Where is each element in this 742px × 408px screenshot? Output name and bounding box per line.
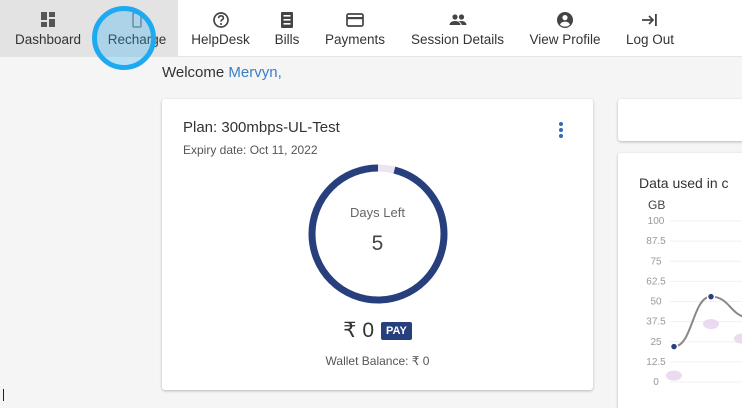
nav-label: HelpDesk <box>191 32 250 47</box>
wallet-balance: Wallet Balance: ₹ 0 <box>325 354 430 368</box>
nav-label: Log Out <box>625 32 675 47</box>
nav-recharge[interactable]: Recharge <box>96 0 178 57</box>
y-tick-label: 25 <box>650 337 662 348</box>
data-usage-card: Data used in c GB 100 87.5 75 62.5 50 37.5 25 1… <box>618 153 742 408</box>
welcome-prefix: Welcome <box>162 64 225 81</box>
welcome-user-name: Mervyn, <box>228 64 282 81</box>
plan-expiry-date: Expiry date: Oct 11, 2022 <box>183 143 318 157</box>
plan-card: Plan: 300mbps-UL-Test Expiry date: Oct 1… <box>162 99 593 390</box>
days-left-label: Days Left <box>350 205 405 220</box>
nav-view-profile[interactable]: View Profile <box>516 0 614 57</box>
nav-session-details[interactable]: Session Details <box>399 0 516 57</box>
data-usage-y-axis-label: GB <box>648 198 666 212</box>
welcome-message: Welcome Mervyn, <box>162 64 282 81</box>
days-left-value: 5 <box>371 232 384 255</box>
payments-icon <box>346 13 364 27</box>
price-row: ₹ 0 PAY <box>162 318 593 343</box>
data-usage-chart: 100 87.5 75 62.5 50 37.5 25 12.5 0 <box>646 216 742 388</box>
y-tick-label: 75 <box>650 256 662 267</box>
nav-helpdesk[interactable]: HelpDesk <box>178 0 263 57</box>
nav-label: Bills <box>274 32 300 47</box>
info-card <box>618 99 742 141</box>
decorative-glow <box>666 370 682 381</box>
text-cursor <box>3 389 4 401</box>
group-icon <box>449 14 466 25</box>
y-tick-label: 87.5 <box>646 236 666 247</box>
dashboard-icon <box>41 12 55 27</box>
decorative-glow <box>703 319 719 330</box>
more-options-icon[interactable] <box>556 122 566 140</box>
nav-label: View Profile <box>529 32 601 47</box>
recharge-icon <box>132 12 142 28</box>
logout-icon <box>642 14 657 26</box>
nav-dashboard[interactable]: Dashboard <box>0 0 96 57</box>
nav-label: Recharge <box>107 32 167 47</box>
y-tick-label: 62.5 <box>646 276 666 287</box>
data-point[interactable] <box>706 292 716 301</box>
y-tick-label: 37.5 <box>646 317 666 328</box>
nav-label: Dashboard <box>14 32 82 47</box>
pay-button[interactable]: PAY <box>381 321 412 340</box>
nav-payments[interactable]: Payments <box>311 0 399 57</box>
bills-icon <box>281 12 293 28</box>
nav-label: Session Details <box>410 32 505 47</box>
help-icon <box>212 12 229 28</box>
y-tick-label: 50 <box>650 297 662 308</box>
plan-price: ₹ 0 <box>343 319 375 342</box>
nav-label: Payments <box>324 32 386 47</box>
profile-icon <box>557 12 573 28</box>
data-usage-title: Data used in c <box>639 175 729 191</box>
nav-bills[interactable]: Bills <box>263 0 311 57</box>
nav-log-out[interactable]: Log Out <box>614 0 686 57</box>
top-nav-bar: Dashboard Recharge HelpDesk Bills Paymen… <box>0 0 742 57</box>
y-tick-label: 0 <box>653 377 659 388</box>
y-tick-label: 100 <box>648 216 665 227</box>
y-tick-label: 12.5 <box>646 357 666 368</box>
data-point[interactable] <box>669 342 679 351</box>
plan-title: Plan: 300mbps-UL-Test <box>183 119 340 136</box>
